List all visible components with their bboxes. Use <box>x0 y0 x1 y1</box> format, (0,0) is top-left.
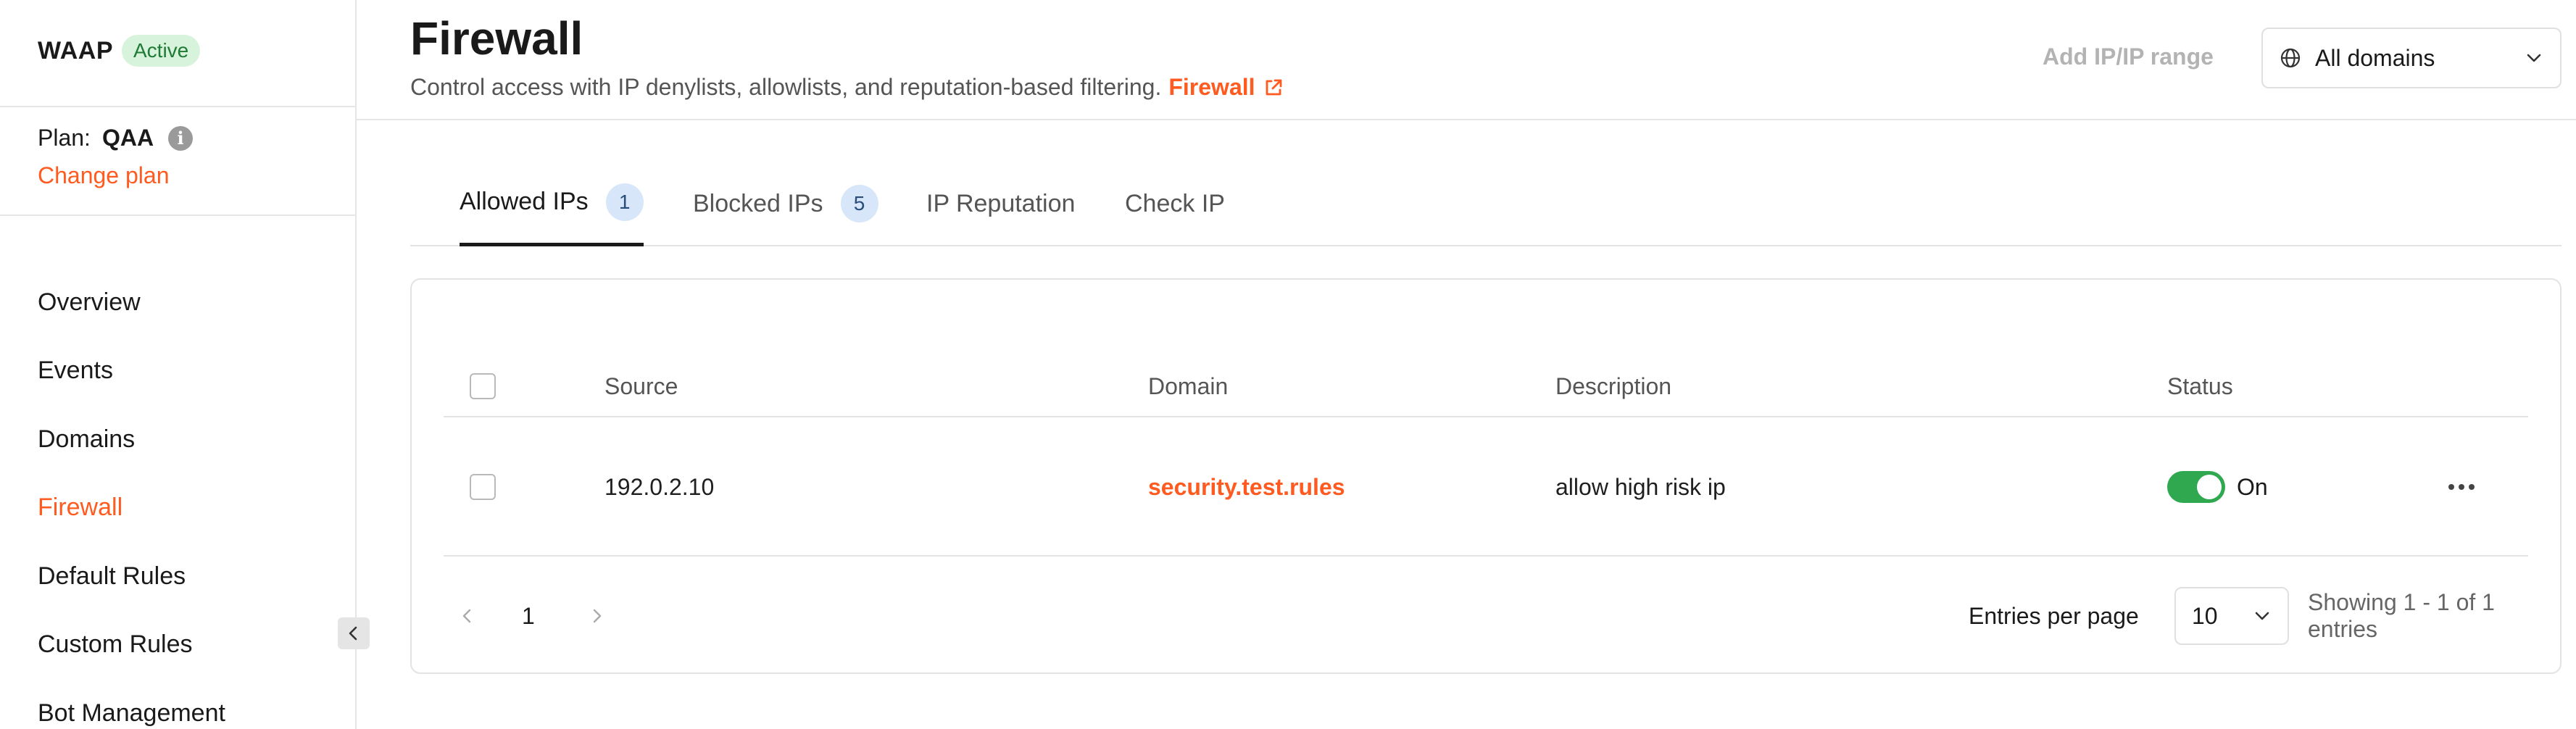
tab-label: Blocked IPs <box>693 189 823 217</box>
info-icon[interactable]: i <box>168 125 194 151</box>
app-name: WAAP <box>38 36 113 64</box>
allowed-ips-table-card: Source Domain Description Status 192.0.2… <box>410 278 2562 674</box>
table-header-row: Source Domain Description Status <box>444 357 2528 417</box>
sidebar-header: WAAP Active <box>38 32 201 70</box>
column-header-description: Description <box>1555 372 1672 399</box>
sidebar-divider <box>0 106 357 107</box>
domain-link[interactable]: security.test.rules <box>1148 419 1345 555</box>
chevron-left-icon <box>349 626 357 641</box>
status-toggle[interactable] <box>2167 471 2225 503</box>
domain-select-value: All domains <box>2315 44 2435 71</box>
sidebar-item-custom-rules[interactable]: Custom Rules <box>38 611 225 680</box>
sidebar-divider <box>0 214 357 216</box>
column-header-source: Source <box>604 372 678 399</box>
chevron-down-icon <box>2255 612 2269 620</box>
prev-page-button[interactable] <box>458 581 477 651</box>
description-cell: allow high risk ip <box>1555 473 1726 500</box>
next-page-button[interactable] <box>587 581 606 651</box>
plan-label: Plan: <box>38 125 91 151</box>
page-title: Firewall <box>410 12 583 64</box>
app: WAAP Active Plan: QAA i Change plan Over… <box>0 0 2576 729</box>
sidebar-item-events[interactable]: Events <box>38 337 225 406</box>
select-all-checkbox[interactable] <box>470 373 496 399</box>
tab-label: Allowed IPs <box>460 188 589 215</box>
entries-per-page-label: Entries per page <box>1969 602 2139 629</box>
tab-blocked-ips[interactable]: Blocked IPs 5 <box>693 161 878 246</box>
row-checkbox[interactable] <box>470 474 496 500</box>
tab-ip-reputation[interactable]: IP Reputation <box>926 161 1075 246</box>
firewall-docs-link[interactable]: Firewall <box>1168 74 1284 101</box>
sidebar-item-firewall[interactable]: Firewall <box>38 474 225 543</box>
status-badge: Active <box>122 35 201 67</box>
page-subtitle: Control access with IP denylists, allowl… <box>410 74 1284 101</box>
status-cell: On <box>2167 419 2268 555</box>
page-header: Firewall Control access with IP denylist… <box>357 0 2576 120</box>
chevron-right-icon <box>593 609 602 623</box>
plan-value: QAA <box>101 125 154 151</box>
row-actions-cell <box>2448 419 2475 555</box>
entries-per-page-select[interactable]: 10 <box>2174 587 2289 645</box>
row-select-cell <box>470 419 496 555</box>
tab-allowed-ips[interactable]: Allowed IPs 1 <box>460 161 644 246</box>
add-ip-range-button[interactable]: Add IP/IP range <box>2043 43 2214 70</box>
subtitle-text: Control access with IP denylists, allowl… <box>410 74 1162 100</box>
table-row: 192.0.2.10 security.test.rules allow hig… <box>444 419 2528 557</box>
tab-count-badge: 5 <box>840 185 878 222</box>
globe-icon <box>2280 48 2301 68</box>
entries-per-page-value: 10 <box>2192 602 2218 629</box>
collapse-sidebar-button[interactable] <box>338 617 370 649</box>
column-header-status: Status <box>2167 372 2233 399</box>
firewall-docs-link-label: Firewall <box>1168 74 1255 100</box>
sidebar: WAAP Active Plan: QAA i Change plan Over… <box>0 0 357 729</box>
tab-bar: Allowed IPs 1 Blocked IPs 5 IP Reputatio… <box>410 161 2562 246</box>
source-cell: 192.0.2.10 <box>604 473 715 500</box>
chevron-down-icon <box>2527 54 2541 62</box>
sidebar-nav: Overview Events Domains Firewall Default… <box>38 268 225 729</box>
select-all-cell <box>470 357 496 416</box>
page-number[interactable]: 1 <box>522 581 535 651</box>
pagination: 1 Entries per page 10 Showing 1 - 1 of 1… <box>444 581 2531 651</box>
external-link-icon <box>1266 79 1281 95</box>
change-plan-link[interactable]: Change plan <box>38 162 169 189</box>
tab-check-ip[interactable]: Check IP <box>1125 161 1225 246</box>
column-header-domain: Domain <box>1148 372 1229 399</box>
domain-select[interactable]: All domains <box>2261 28 2562 88</box>
chevron-left-icon <box>462 609 471 623</box>
showing-entries-text: Showing 1 - 1 of 1 entries <box>2308 589 2495 642</box>
sidebar-item-default-rules[interactable]: Default Rules <box>38 542 225 611</box>
more-actions-icon[interactable] <box>2448 484 2475 490</box>
sidebar-item-bot-management[interactable]: Bot Management <box>38 679 225 729</box>
sidebar-item-domains[interactable]: Domains <box>38 405 225 474</box>
plan-row: Plan: QAA i <box>38 125 194 151</box>
tab-count-badge: 1 <box>605 183 644 221</box>
sidebar-item-overview[interactable]: Overview <box>38 268 225 337</box>
status-text: On <box>2237 473 2268 500</box>
